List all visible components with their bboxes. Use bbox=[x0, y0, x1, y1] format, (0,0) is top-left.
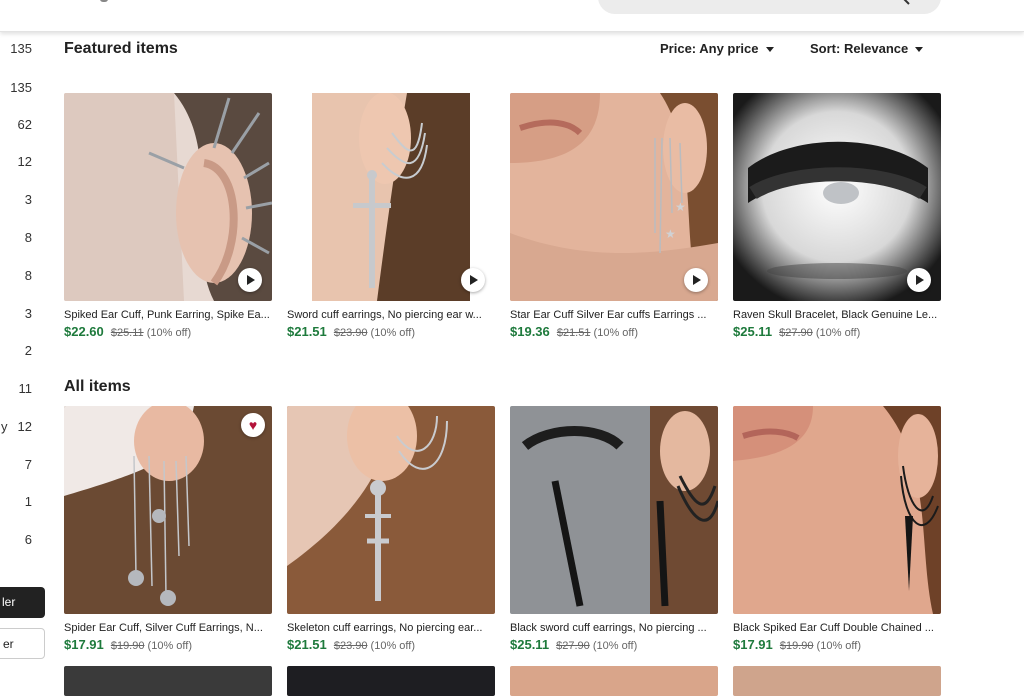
original-price: $27.90 bbox=[556, 640, 590, 652]
product-card[interactable]: Skeleton cuff earrings, No piercing ear.… bbox=[287, 406, 495, 652]
sale-price: $22.60 bbox=[64, 324, 104, 339]
sale-price: $21.51 bbox=[287, 637, 327, 652]
discount-label: (10% off) bbox=[370, 327, 415, 339]
filter-count: 12 bbox=[17, 154, 32, 169]
product-image[interactable] bbox=[510, 406, 718, 614]
sort-dropdown[interactable]: Sort: Relevance bbox=[810, 41, 924, 56]
sale-price: $19.36 bbox=[510, 324, 550, 339]
product-image[interactable] bbox=[287, 406, 495, 614]
price-line: $19.36 $21.51 (10% off) bbox=[510, 324, 718, 339]
chevron-down-icon bbox=[915, 47, 924, 52]
sale-price: $17.91 bbox=[733, 637, 773, 652]
filter-count: 6 bbox=[24, 532, 32, 547]
price-line: $21.51 $23.90 (10% off) bbox=[287, 637, 495, 652]
product-image[interactable] bbox=[733, 93, 941, 301]
filter-count: 62 bbox=[17, 117, 32, 132]
clear-filter-button[interactable]: er bbox=[0, 628, 45, 659]
price-line: $17.91 $19.90 (10% off) bbox=[733, 637, 941, 652]
featured-items-heading: Featured items bbox=[64, 40, 178, 57]
apply-filter-button[interactable]: ler bbox=[0, 587, 45, 618]
filter-count: 1 bbox=[24, 494, 32, 509]
product-title[interactable]: Spider Ear Cuff, Silver Cuff Earrings, N… bbox=[64, 622, 272, 634]
search-icon[interactable] bbox=[899, 0, 911, 6]
original-price: $21.51 bbox=[556, 327, 591, 339]
original-price: $23.90 bbox=[333, 640, 368, 652]
chevron-down-icon bbox=[765, 47, 774, 52]
play-video-icon[interactable] bbox=[461, 268, 485, 292]
original-price: $25.11 bbox=[110, 327, 144, 339]
price-line: $21.51 $23.90 (10% off) bbox=[287, 324, 495, 339]
product-card[interactable]: ♥ Spider Ear Cuff, Silver Cuff Earrings,… bbox=[64, 406, 272, 652]
product-title[interactable]: Raven Skull Bracelet, Black Genuine Le..… bbox=[733, 309, 941, 321]
filter-count: 8 bbox=[24, 230, 32, 245]
sale-price: $21.51 bbox=[287, 324, 327, 339]
price-filter-label: Price: Any price bbox=[660, 41, 759, 56]
product-title[interactable]: Skeleton cuff earrings, No piercing ear.… bbox=[287, 622, 495, 634]
product-image[interactable] bbox=[64, 93, 272, 301]
product-image[interactable]: ♥ bbox=[64, 406, 272, 614]
top-bar bbox=[0, 0, 1024, 32]
original-price: $19.90 bbox=[110, 640, 145, 652]
discount-label: (10% off) bbox=[146, 327, 192, 339]
filter-count: 135 bbox=[10, 80, 32, 95]
filter-count: 3 bbox=[24, 192, 32, 207]
product-card[interactable]: Sword cuff earrings, No piercing ear w..… bbox=[287, 93, 495, 339]
sale-price: $25.11 bbox=[510, 637, 550, 652]
search-input[interactable] bbox=[598, 0, 941, 14]
product-title[interactable]: Star Ear Cuff Silver Ear cuffs Earrings … bbox=[510, 309, 718, 321]
sale-price: $17.91 bbox=[64, 637, 104, 652]
header-fragment bbox=[64, 0, 124, 6]
svg-text:★: ★ bbox=[675, 200, 686, 214]
product-card[interactable]: Raven Skull Bracelet, Black Genuine Le..… bbox=[733, 93, 941, 339]
svg-text:★: ★ bbox=[665, 227, 676, 241]
product-card[interactable]: ★ ★ Star Ear Cuff Silver Ear cuffs Earri… bbox=[510, 93, 718, 339]
filter-count: 135 bbox=[10, 41, 32, 56]
price-line: $25.11 $27.90 (10% off) bbox=[510, 637, 718, 652]
product-card[interactable]: Black sword cuff earrings, No piercing .… bbox=[510, 406, 718, 652]
price-filter-dropdown[interactable]: Price: Any price bbox=[660, 41, 774, 56]
discount-label: (10% off) bbox=[816, 640, 861, 652]
play-video-icon[interactable] bbox=[907, 268, 931, 292]
all-items-heading: All items bbox=[64, 378, 131, 395]
product-card[interactable]: Spiked Ear Cuff, Punk Earring, Spike Ea.… bbox=[64, 93, 272, 339]
product-title[interactable]: Spiked Ear Cuff, Punk Earring, Spike Ea.… bbox=[64, 309, 272, 321]
product-image[interactable]: ★ ★ bbox=[510, 93, 718, 301]
filter-count: 12 bbox=[17, 419, 32, 434]
filter-count: 2 bbox=[24, 343, 32, 358]
product-image[interactable] bbox=[287, 93, 495, 301]
original-price: $19.90 bbox=[779, 640, 814, 652]
sale-price: $25.11 bbox=[733, 324, 773, 339]
price-line: $25.11 $27.90 (10% off) bbox=[733, 324, 941, 339]
price-line: $17.91 $19.90 (10% off) bbox=[64, 637, 272, 652]
product-title[interactable]: Black Spiked Ear Cuff Double Chained ... bbox=[733, 622, 941, 634]
filter-count: 11 bbox=[18, 381, 33, 396]
product-title[interactable]: Black sword cuff earrings, No piercing .… bbox=[510, 622, 718, 634]
product-title[interactable]: Sword cuff earrings, No piercing ear w..… bbox=[287, 309, 495, 321]
product-card[interactable]: Black Spiked Ear Cuff Double Chained ...… bbox=[733, 406, 941, 652]
filter-label-fragment: y bbox=[1, 419, 8, 434]
discount-label: (10% off) bbox=[815, 327, 861, 339]
discount-label: (10% off) bbox=[593, 327, 638, 339]
product-image[interactable] bbox=[733, 406, 941, 614]
sort-label: Sort: Relevance bbox=[810, 41, 909, 56]
original-price: $27.90 bbox=[779, 327, 813, 339]
filter-count: 8 bbox=[24, 268, 32, 283]
discount-label: (10% off) bbox=[370, 640, 415, 652]
filter-count: 7 bbox=[24, 457, 32, 472]
discount-label: (10% off) bbox=[592, 640, 638, 652]
play-video-icon[interactable] bbox=[238, 268, 262, 292]
filter-count: 3 bbox=[24, 306, 32, 321]
price-line: $22.60 $25.11 (10% off) bbox=[64, 324, 272, 339]
discount-label: (10% off) bbox=[147, 640, 192, 652]
play-video-icon[interactable] bbox=[684, 268, 708, 292]
original-price: $23.90 bbox=[333, 327, 368, 339]
favorite-heart-icon[interactable]: ♥ bbox=[241, 413, 265, 437]
